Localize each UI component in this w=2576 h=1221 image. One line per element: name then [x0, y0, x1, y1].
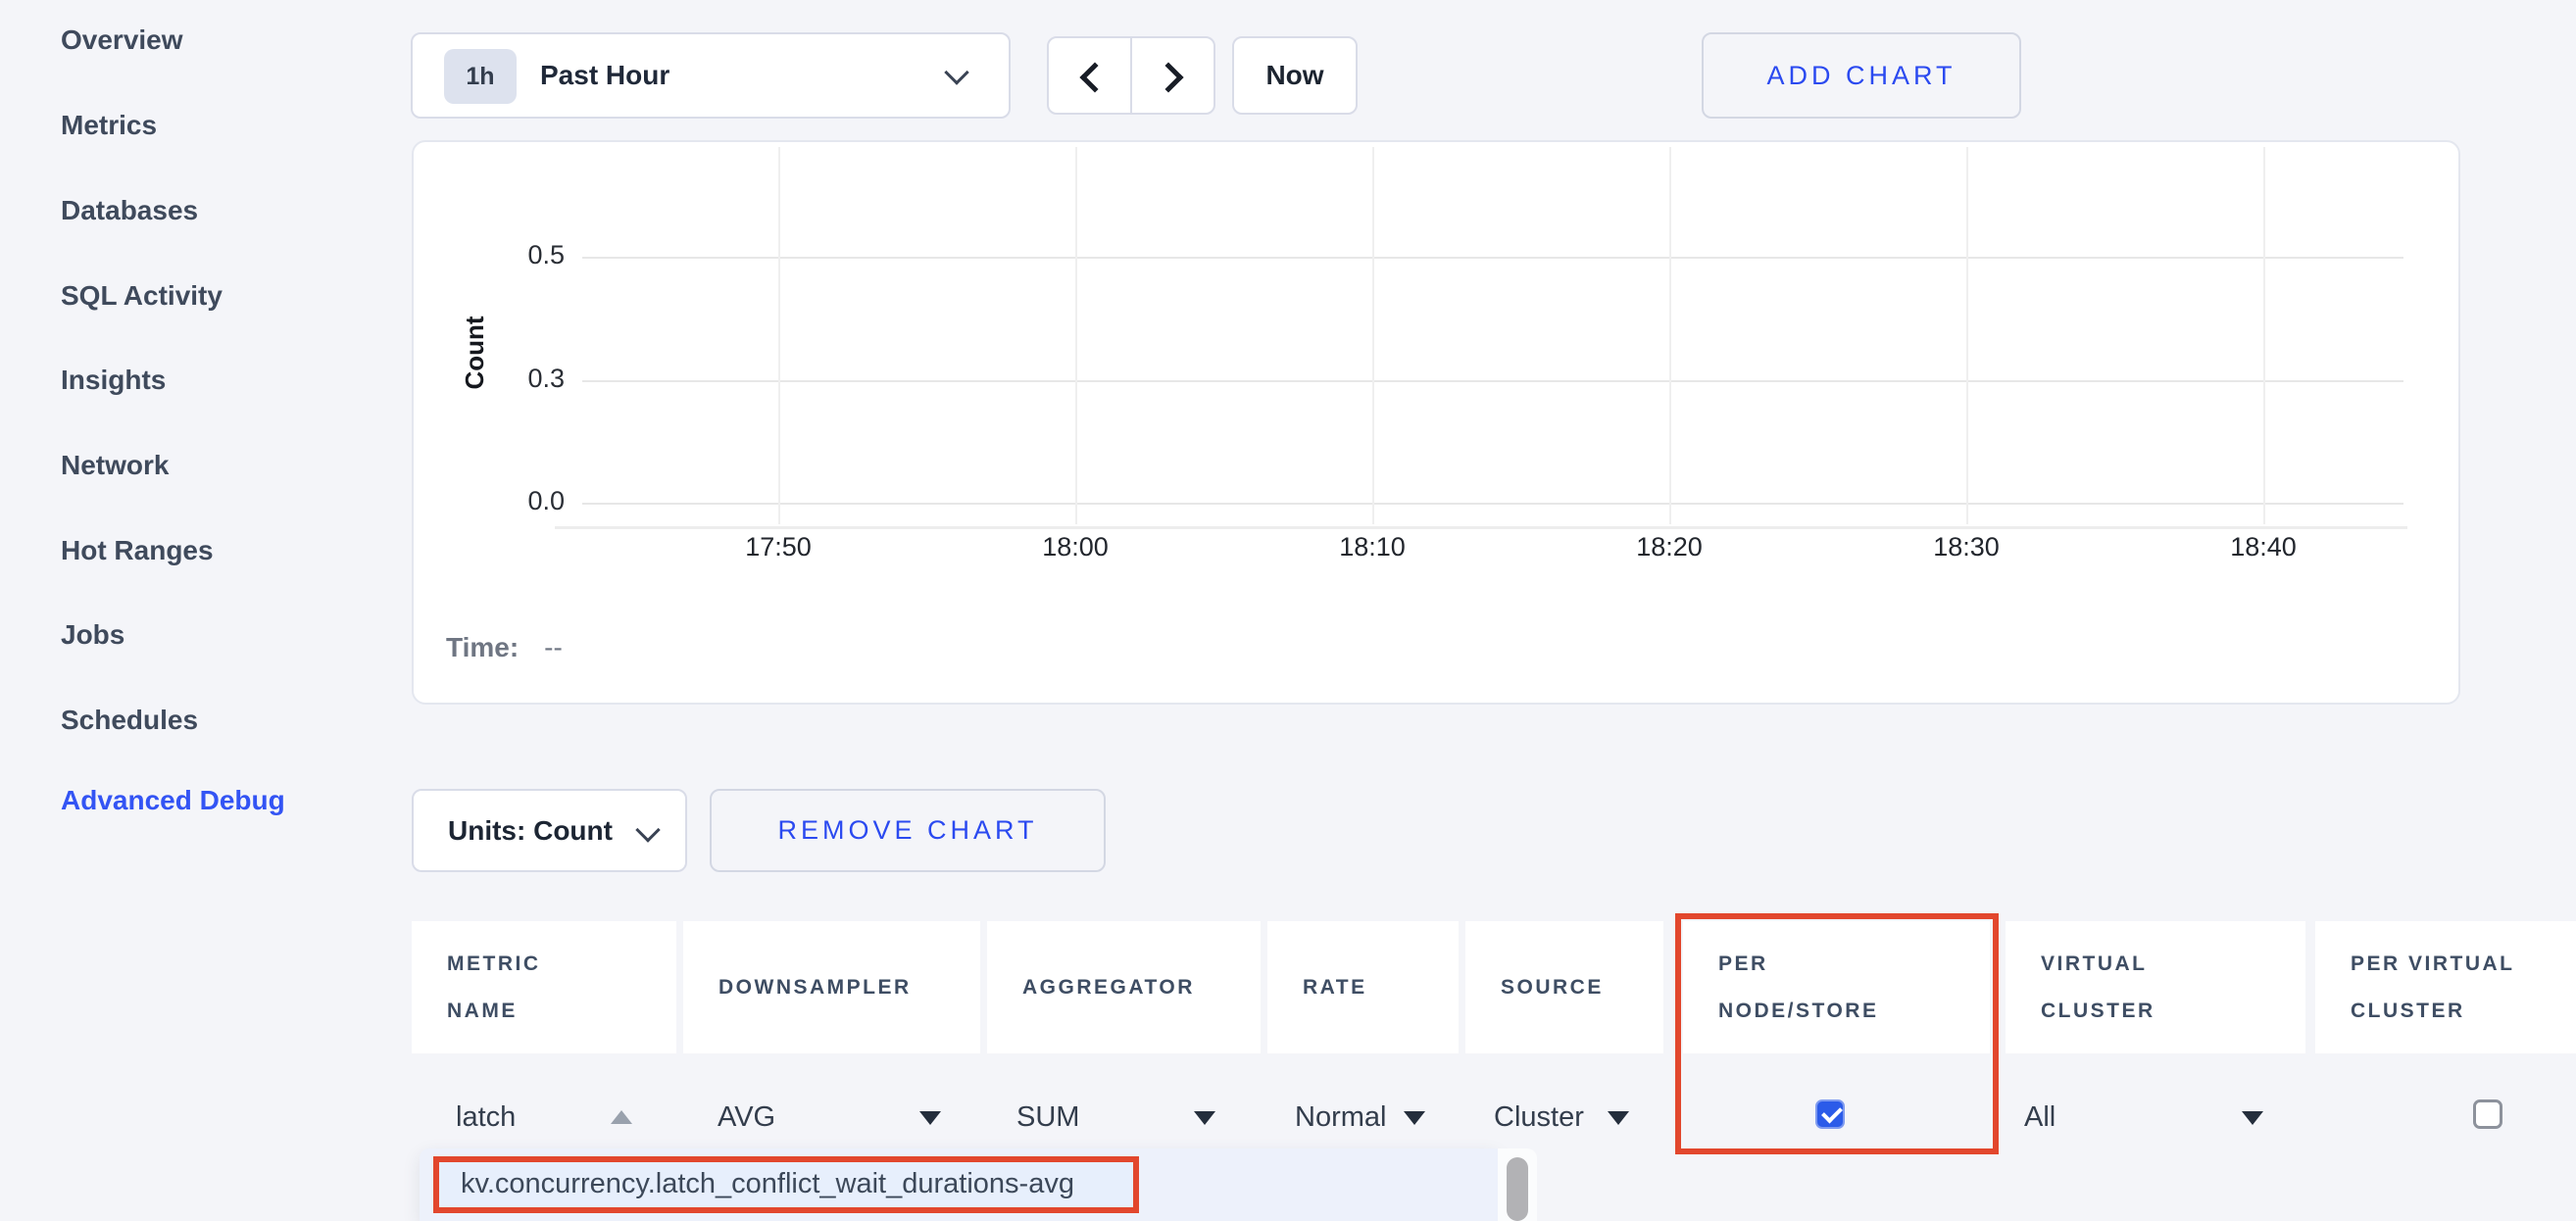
source-select[interactable]: Cluster: [1494, 1099, 1584, 1135]
units-select[interactable]: Units: Count: [412, 789, 687, 872]
sidebar-item-insights[interactable]: Insights: [61, 363, 166, 398]
sidebar-item-advanced-debug[interactable]: Advanced Debug: [61, 783, 285, 818]
hover-time-readout: Time: --: [446, 632, 563, 663]
column-header-per-virtual-cluster: PER VIRTUAL CLUSTER: [2315, 921, 2576, 1053]
gridline-y-0.5: [582, 257, 2403, 259]
chevron-right-icon: [1153, 62, 1183, 92]
rate-select[interactable]: Normal: [1295, 1099, 1386, 1135]
caret-down-icon[interactable]: [1608, 1111, 1629, 1125]
gridline-x-1810: [1372, 147, 1374, 524]
gridline-x-1840: [2263, 147, 2265, 524]
per-node-store-checkbox[interactable]: [1815, 1099, 1845, 1129]
x-tick-label: 18:20: [1601, 532, 1738, 562]
downsampler-select[interactable]: AVG: [718, 1099, 775, 1135]
units-select-label: Units: Count: [448, 791, 613, 870]
caret-down-icon[interactable]: [919, 1111, 941, 1125]
sidebar-item-jobs[interactable]: Jobs: [61, 617, 124, 653]
time-value: --: [544, 632, 563, 662]
time-range-badge: 1h: [444, 49, 517, 104]
metric-name-input[interactable]: latch: [456, 1099, 516, 1135]
caret-down-icon[interactable]: [1404, 1111, 1425, 1125]
next-window-button[interactable]: [1132, 38, 1214, 113]
add-chart-button[interactable]: ADD CHART: [1702, 32, 2021, 119]
time-range-label: Past Hour: [540, 34, 669, 117]
x-tick-label: 18:40: [2195, 532, 2332, 562]
chevron-left-icon: [1079, 62, 1110, 92]
chevron-down-icon: [944, 60, 968, 84]
column-header-virtual-cluster: VIRTUAL CLUSTER: [2006, 921, 2305, 1053]
caret-up-icon[interactable]: [611, 1110, 632, 1124]
gridline-y-0.0: [582, 503, 2403, 505]
y-axis-label: Count: [445, 274, 504, 431]
column-header-rate: RATE: [1267, 921, 1459, 1053]
time-window-nav: [1047, 36, 1215, 115]
gridline-x-1830: [1966, 147, 1968, 524]
x-tick-label: 18:30: [1898, 532, 2035, 562]
sidebar-item-databases[interactable]: Databases: [61, 193, 198, 228]
sidebar-item-hot-ranges[interactable]: Hot Ranges: [61, 533, 214, 568]
gridline-y-0.3: [582, 380, 2403, 382]
x-axis-line: [555, 526, 2407, 529]
column-header-metric-name: METRIC NAME: [412, 921, 676, 1053]
now-button[interactable]: Now: [1232, 36, 1358, 115]
time-label: Time:: [446, 632, 519, 662]
caret-down-icon[interactable]: [2242, 1111, 2263, 1125]
sidebar-item-metrics[interactable]: Metrics: [61, 108, 157, 143]
virtual-cluster-select[interactable]: All: [2024, 1099, 2056, 1135]
time-range-select[interactable]: 1h Past Hour: [411, 32, 1011, 119]
x-tick-label: 18:00: [1007, 532, 1144, 562]
column-header-per-node-store: PER NODE/STORE: [1683, 921, 1990, 1053]
y-tick-label: 0.0: [476, 486, 565, 516]
x-tick-label: 17:50: [710, 532, 847, 562]
y-tick-label: 0.5: [476, 240, 565, 270]
aggregator-select[interactable]: SUM: [1016, 1099, 1079, 1135]
sidebar-item-schedules[interactable]: Schedules: [61, 703, 198, 738]
gridline-x-1750: [778, 147, 780, 524]
sidebar-item-network[interactable]: Network: [61, 448, 169, 483]
sidebar-item-overview[interactable]: Overview: [61, 23, 183, 58]
dropdown-scrollbar-thumb[interactable]: [1507, 1157, 1528, 1221]
column-header-aggregator: AGGREGATOR: [987, 921, 1261, 1053]
y-tick-label: 0.3: [476, 364, 565, 394]
previous-window-button[interactable]: [1049, 38, 1132, 113]
metric-suggestion-option[interactable]: kv.concurrency.latch_conflict_wait_durat…: [461, 1168, 1074, 1200]
custom-chart-card: [412, 140, 2460, 705]
advanced-debug-custom-chart-page: Overview Metrics Databases SQL Activity …: [0, 0, 2576, 1221]
per-virtual-cluster-checkbox[interactable]: [2473, 1099, 2502, 1129]
gridline-x-1820: [1669, 147, 1671, 524]
column-header-downsampler: DOWNSAMPLER: [683, 921, 980, 1053]
x-tick-label: 18:10: [1304, 532, 1441, 562]
column-header-source: SOURCE: [1465, 921, 1663, 1053]
chevron-down-icon: [635, 817, 660, 842]
gridline-x-1800: [1075, 147, 1077, 524]
caret-down-icon[interactable]: [1194, 1111, 1215, 1125]
remove-chart-button[interactable]: REMOVE CHART: [710, 789, 1106, 872]
sidebar-item-sql-activity[interactable]: SQL Activity: [61, 278, 223, 314]
